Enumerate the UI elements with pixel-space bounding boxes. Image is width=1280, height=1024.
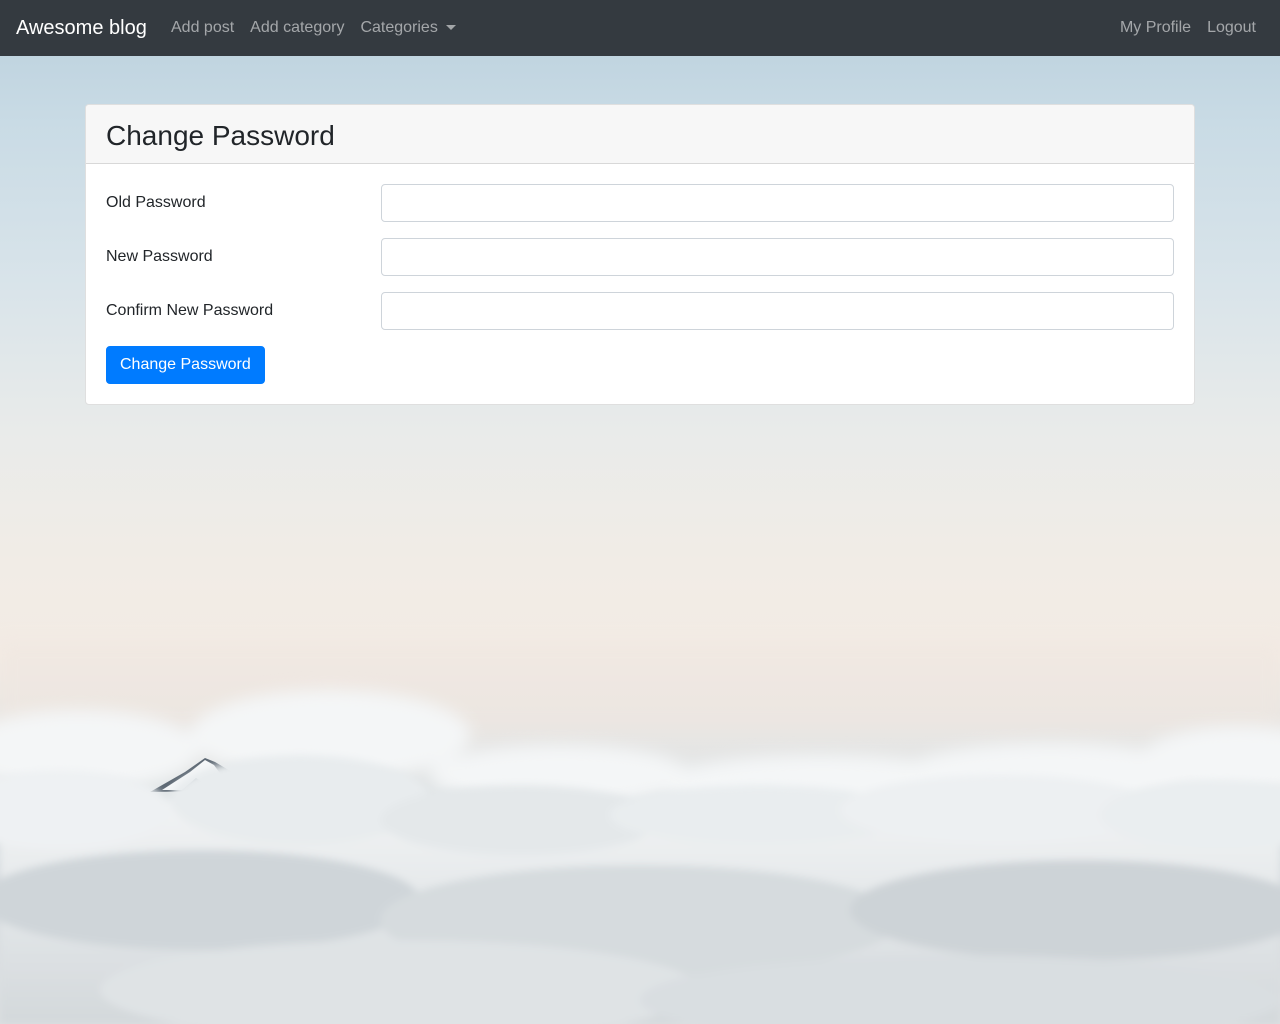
confirm-password-input[interactable] bbox=[381, 292, 1174, 330]
change-password-card: Change Password Old Password New Passwor… bbox=[85, 104, 1195, 405]
nav-add-category-link[interactable]: Add category bbox=[242, 16, 352, 40]
brand-link[interactable]: Awesome blog bbox=[16, 15, 147, 41]
nav-logout-link[interactable]: Logout bbox=[1199, 16, 1264, 40]
chevron-down-icon bbox=[445, 24, 456, 30]
card-header: Change Password bbox=[86, 105, 1194, 164]
change-password-form: Old Password New Password Confirm New Pa… bbox=[86, 164, 1194, 404]
nav-left-group: Add post Add category Categories bbox=[163, 16, 464, 40]
nav-categories-label: Categories bbox=[360, 19, 438, 36]
nav-add-post-link[interactable]: Add post bbox=[163, 16, 242, 40]
top-navbar: Awesome blog Add post Add category Categ… bbox=[0, 0, 1280, 56]
old-password-label: Old Password bbox=[106, 194, 206, 211]
new-password-label: New Password bbox=[106, 248, 213, 265]
nav-right-group: My Profile Logout bbox=[1112, 16, 1264, 40]
nav-my-profile-link[interactable]: My Profile bbox=[1112, 16, 1199, 40]
new-password-input[interactable] bbox=[381, 238, 1174, 276]
confirm-password-label: Confirm New Password bbox=[106, 302, 274, 319]
old-password-input[interactable] bbox=[381, 184, 1174, 222]
confirm-password-row: Confirm New Password bbox=[106, 292, 1174, 330]
change-password-button[interactable]: Change Password bbox=[106, 346, 265, 384]
page-title: Change Password bbox=[106, 120, 335, 151]
nav-categories-dropdown[interactable]: Categories bbox=[352, 16, 463, 40]
old-password-row: Old Password bbox=[106, 184, 1174, 222]
new-password-row: New Password bbox=[106, 238, 1174, 276]
